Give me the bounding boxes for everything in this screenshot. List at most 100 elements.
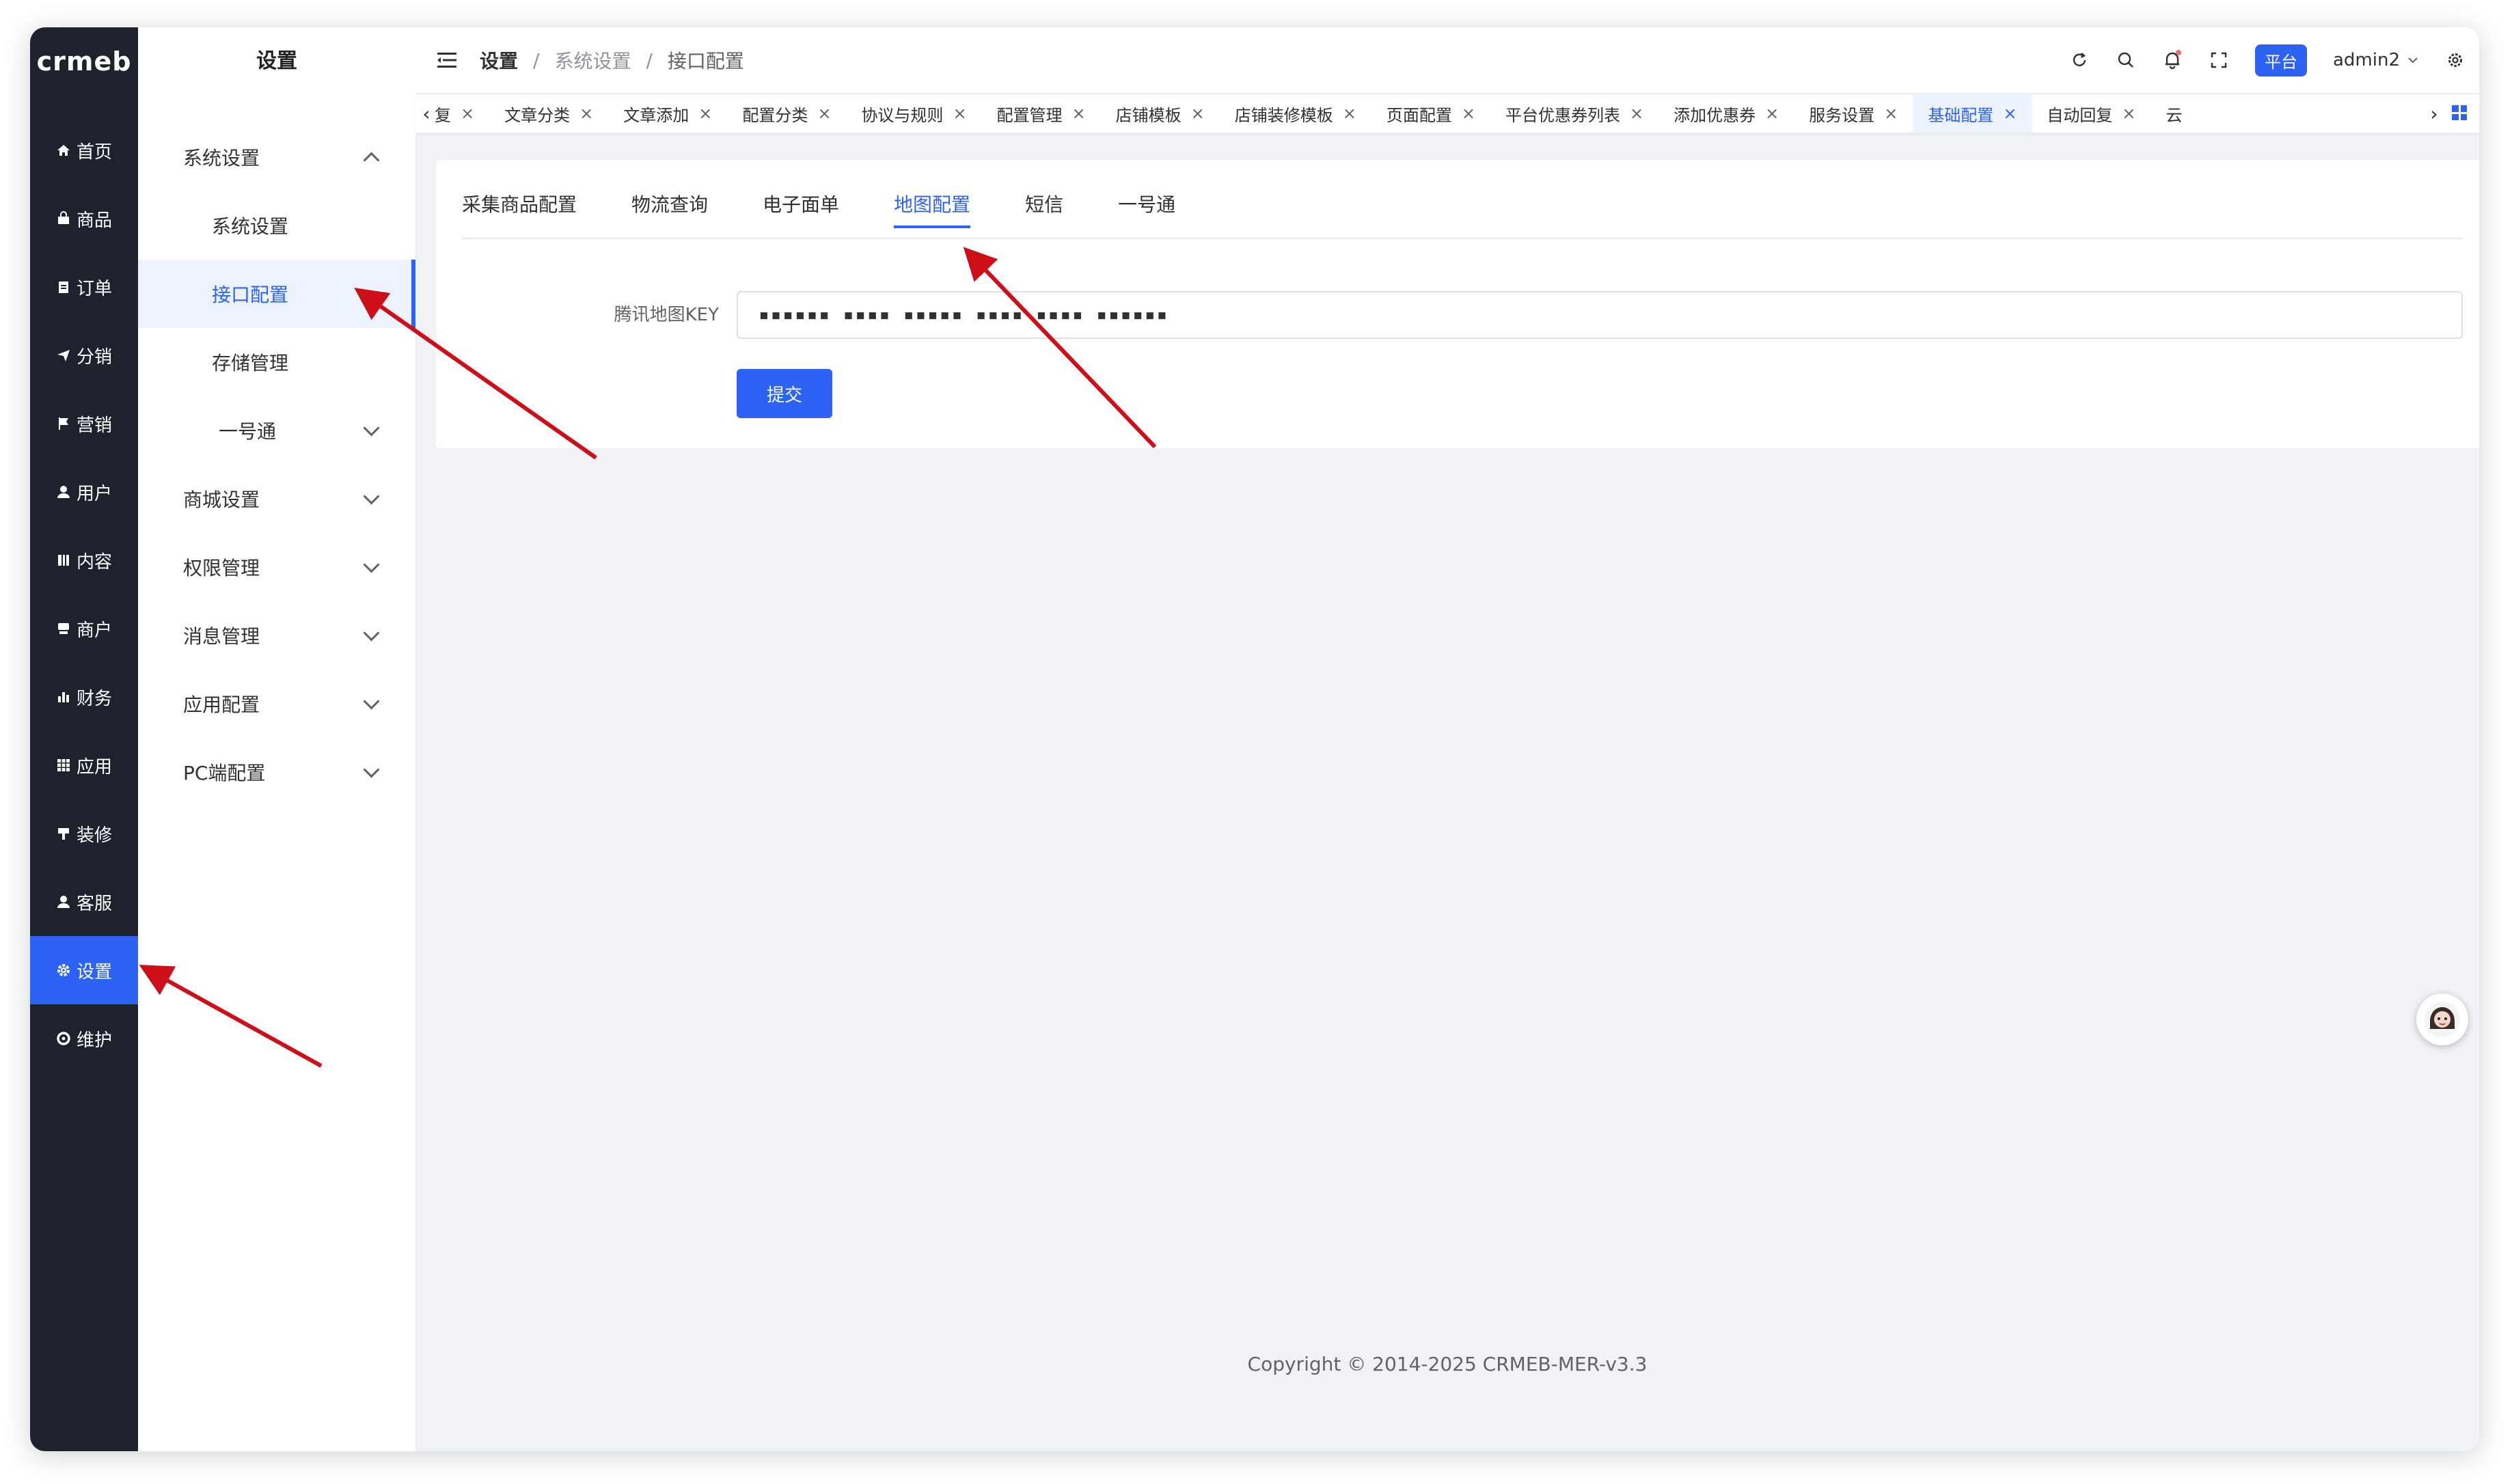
sidebar-item-label: 系统设置 bbox=[183, 147, 260, 169]
close-icon[interactable]: × bbox=[953, 104, 966, 123]
flag-icon bbox=[56, 416, 71, 431]
close-icon[interactable]: × bbox=[1191, 104, 1205, 123]
tab-item[interactable]: 复 × bbox=[435, 94, 489, 133]
rail-item-users[interactable]: 用户 bbox=[30, 458, 138, 526]
breadcrumb-item[interactable]: 系统设置 bbox=[554, 46, 631, 74]
tab-item[interactable]: 服务设置 × bbox=[1794, 94, 1913, 133]
tab-label: 添加优惠券 bbox=[1674, 105, 1756, 125]
page-tabs: 复 × 文章分类 × 文章添加 × 配置分类 × 协议与规则 × 配置管理 × 店铺模板 × … bbox=[435, 94, 2416, 133]
username: admin2 bbox=[2332, 50, 2400, 70]
rail-item-finance[interactable]: 财务 bbox=[30, 663, 138, 731]
tab-item[interactable]: 文章分类 × bbox=[489, 94, 608, 133]
close-icon[interactable]: × bbox=[1765, 104, 1779, 123]
rail-item-marketing[interactable]: 营销 bbox=[30, 389, 138, 458]
rail-item-orders[interactable]: 订单 bbox=[30, 253, 138, 321]
close-icon[interactable]: × bbox=[461, 104, 474, 123]
rail-item-goods[interactable]: 商品 bbox=[30, 184, 138, 253]
rail-item-support[interactable]: 客服 bbox=[30, 868, 138, 936]
tab-item[interactable]: 配置管理 × bbox=[982, 94, 1101, 133]
tab-sms[interactable]: 短信 bbox=[1025, 190, 1063, 238]
close-icon[interactable]: × bbox=[1343, 104, 1356, 123]
sidebar-item-label: 权限管理 bbox=[183, 557, 260, 579]
rail-item-home[interactable]: 首页 bbox=[30, 116, 138, 184]
tab-item-active[interactable]: 基础配置 × bbox=[1913, 94, 2032, 133]
breadcrumb: 设置 / 系统设置 / 接口配置 bbox=[480, 27, 744, 93]
rail-label: 商户 bbox=[76, 620, 112, 641]
tab-label: 平台优惠券列表 bbox=[1505, 105, 1620, 125]
tab-collect-goods-config[interactable]: 采集商品配置 bbox=[462, 190, 577, 238]
rail-label: 装修 bbox=[76, 825, 112, 846]
close-icon[interactable]: × bbox=[579, 104, 593, 123]
sidebar-item-storage[interactable]: 存储管理 bbox=[138, 328, 415, 396]
sidebar-group-permissions[interactable]: 权限管理 bbox=[138, 533, 415, 601]
close-icon[interactable]: × bbox=[1462, 104, 1475, 123]
tab-logistics-query[interactable]: 物流查询 bbox=[631, 190, 708, 238]
tab-label: 文章分类 bbox=[504, 105, 571, 125]
sidebar-item-api-config[interactable]: 接口配置 bbox=[138, 260, 415, 328]
close-icon[interactable]: × bbox=[698, 104, 712, 123]
tab-label: 店铺模板 bbox=[1115, 105, 1182, 125]
rail-item-distribution[interactable]: 分销 bbox=[30, 321, 138, 389]
tab-item[interactable]: 云 bbox=[2151, 94, 2198, 133]
tencent-map-key-input[interactable] bbox=[737, 291, 2463, 339]
tabs-menu-grid-icon[interactable] bbox=[2452, 105, 2467, 120]
sidebar-item-system-settings[interactable]: 系统设置 bbox=[138, 191, 415, 260]
sidebar-title: 设置 bbox=[256, 49, 297, 73]
rail-item-apps[interactable]: 应用 bbox=[30, 731, 138, 799]
sidebar-group-system-settings[interactable]: 系统设置 bbox=[138, 123, 415, 191]
config-tabs: 采集商品配置 物流查询 电子面单 地图配置 短信 一号通 bbox=[462, 190, 1230, 238]
search-icon[interactable] bbox=[2116, 50, 2136, 70]
rail-item-merchant[interactable]: 商户 bbox=[30, 594, 138, 663]
tab-item[interactable]: 添加优惠券 × bbox=[1658, 94, 1794, 133]
rail-item-settings[interactable]: 设置 bbox=[30, 936, 138, 1004]
rail-label: 用户 bbox=[76, 483, 112, 504]
customer-service-avatar[interactable] bbox=[2416, 993, 2468, 1045]
close-icon[interactable]: × bbox=[1630, 104, 1643, 123]
sidebar-group-yihaotong[interactable]: 一号通 bbox=[138, 396, 415, 465]
tab-item[interactable]: 平台优惠券列表 × bbox=[1490, 94, 1658, 133]
tab-item[interactable]: 店铺装修模板 × bbox=[1220, 94, 1371, 133]
sidebar-group-pc-config[interactable]: PC端配置 bbox=[138, 738, 415, 806]
settings-gear-icon[interactable] bbox=[2445, 50, 2466, 70]
menu-toggle-icon[interactable] bbox=[437, 52, 456, 68]
rail-item-content[interactable]: 内容 bbox=[30, 526, 138, 594]
tab-map-config[interactable]: 地图配置 bbox=[894, 190, 971, 238]
rail-label: 维护 bbox=[76, 1030, 112, 1051]
avatar-icon bbox=[2425, 1002, 2460, 1037]
tab-item[interactable]: 配置分类 × bbox=[727, 94, 846, 133]
bell-icon[interactable] bbox=[2162, 50, 2183, 70]
tab-label: 店铺装修模板 bbox=[1234, 105, 1333, 125]
tab-yihaotong[interactable]: 一号通 bbox=[1118, 190, 1175, 238]
tab-electronic-waybill[interactable]: 电子面单 bbox=[763, 190, 839, 238]
app-window: crmeb 首页 商品 订单 分销 营销 用户 内容 商户 财务 应用 装修 客… bbox=[30, 27, 2479, 1451]
chevron-down-icon bbox=[363, 693, 380, 710]
chevron-right-icon[interactable]: › bbox=[2426, 94, 2442, 133]
tab-item[interactable]: 文章添加 × bbox=[608, 94, 727, 133]
submit-button[interactable]: 提交 bbox=[737, 369, 832, 418]
tab-item[interactable]: 页面配置 × bbox=[1371, 94, 1490, 133]
close-icon[interactable]: × bbox=[2122, 104, 2135, 123]
close-icon[interactable]: × bbox=[1884, 104, 1898, 123]
sidebar-item-label: 应用配置 bbox=[183, 693, 260, 716]
tabs-divider bbox=[462, 238, 2463, 239]
tab-label: 自动回复 bbox=[2047, 105, 2113, 125]
close-icon[interactable]: × bbox=[1072, 104, 1086, 123]
brush-icon bbox=[56, 826, 71, 841]
user-menu[interactable]: admin2 bbox=[2333, 50, 2419, 70]
platform-button[interactable]: 平台 bbox=[2254, 44, 2307, 77]
chevron-left-icon[interactable]: ‹ bbox=[418, 94, 435, 133]
close-icon[interactable]: × bbox=[2003, 104, 2017, 123]
tab-item[interactable]: 协议与规则 × bbox=[846, 94, 981, 133]
rail-label: 首页 bbox=[76, 141, 112, 163]
sidebar-group-mall-settings[interactable]: 商城设置 bbox=[138, 465, 415, 533]
fullscreen-icon[interactable] bbox=[2209, 50, 2229, 70]
breadcrumb-item[interactable]: 设置 bbox=[480, 46, 518, 74]
rail-item-maintenance[interactable]: 维护 bbox=[30, 1004, 138, 1073]
tab-item[interactable]: 自动回复 × bbox=[2032, 94, 2151, 133]
close-icon[interactable]: × bbox=[817, 104, 831, 123]
sidebar-group-messages[interactable]: 消息管理 bbox=[138, 601, 415, 670]
refresh-icon[interactable] bbox=[2069, 50, 2090, 70]
sidebar-group-app-config[interactable]: 应用配置 bbox=[138, 670, 415, 738]
tab-item[interactable]: 店铺模板 × bbox=[1101, 94, 1220, 133]
rail-item-decoration[interactable]: 装修 bbox=[30, 799, 138, 868]
